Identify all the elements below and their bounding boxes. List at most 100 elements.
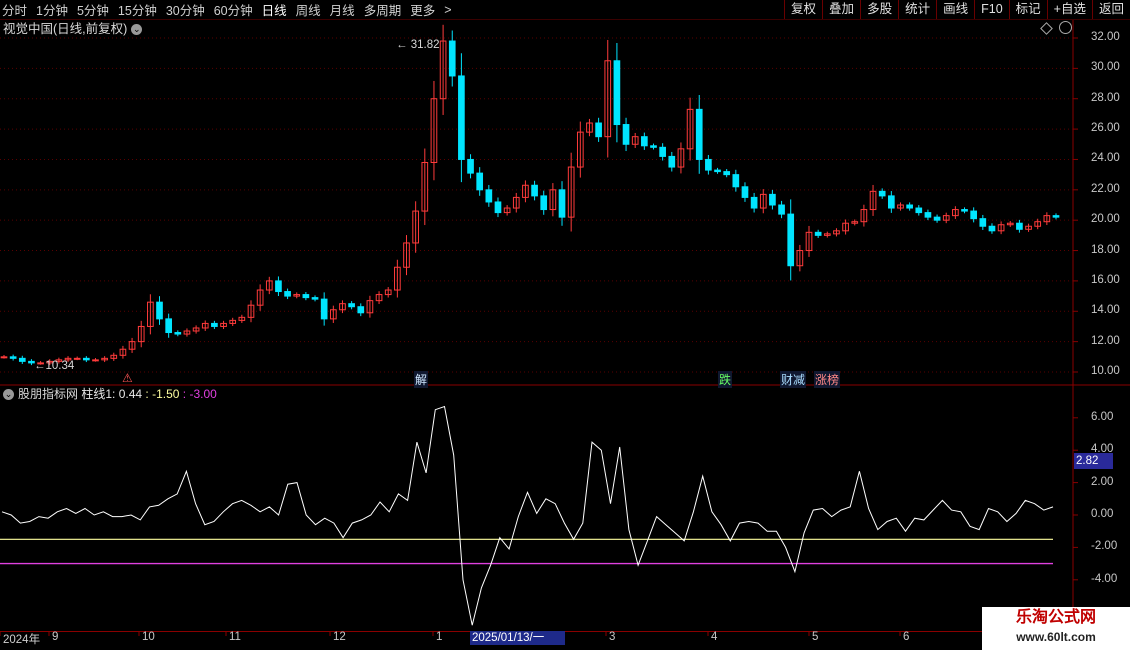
event-tag[interactable]: 跌: [718, 371, 733, 388]
candle-body: [558, 189, 566, 218]
candle-body: [732, 174, 740, 188]
price-tick-label: 12.00: [1091, 334, 1120, 347]
candle-body: [695, 108, 703, 160]
price-tick-label: 28.00: [1091, 91, 1120, 104]
watermark-url: www.60lt.com: [1016, 630, 1096, 644]
x-tick-label: 9: [52, 631, 59, 643]
candle-body: [933, 216, 941, 221]
watermark-logo: 乐淘公式网 www.60lt.com: [982, 607, 1130, 650]
candle-body: [915, 207, 923, 214]
candle-body: [348, 303, 355, 308]
candle-body: [485, 189, 493, 203]
candle-body: [92, 359, 99, 362]
candle-body: [156, 301, 163, 320]
candle-body: [275, 280, 282, 293]
price-tick-label: 30.00: [1091, 61, 1120, 74]
candle-body: [82, 357, 90, 361]
x-tick-label: 5: [812, 631, 819, 643]
candle-body: [1052, 215, 1060, 218]
low-price-label: ←10.34: [34, 360, 75, 372]
event-tag[interactable]: ⚠: [121, 371, 134, 385]
candle-body: [622, 124, 630, 145]
candle-body: [9, 356, 17, 359]
price-tick-label: 16.00: [1091, 273, 1120, 286]
candle-body: [1016, 222, 1023, 230]
candle-body: [595, 122, 602, 138]
candle-body: [174, 332, 182, 335]
chart-canvas[interactable]: [0, 0, 1130, 650]
candle-body: [769, 193, 776, 206]
indicator-tick-label: 2.00: [1091, 475, 1114, 488]
candlesticks: [0, 24, 1060, 366]
candle-body: [750, 196, 758, 209]
candle-body: [311, 297, 319, 300]
indicator-tick-label: 0.00: [1091, 508, 1114, 520]
indicator-line1: 柱线1: 0.44: [81, 387, 143, 401]
candle-body: [613, 60, 621, 126]
indicator-title[interactable]: ⌄ 股朋指标网 柱线1: 0.44 : -1.50 : -3.00: [3, 387, 217, 402]
event-tag[interactable]: 解: [414, 371, 429, 388]
chevron-down-icon[interactable]: ⌄: [3, 389, 14, 401]
candle-body: [650, 145, 657, 148]
price-grid: [0, 37, 1078, 373]
event-tag[interactable]: 涨榜: [814, 371, 841, 388]
candle-body: [284, 291, 291, 297]
candle-body: [458, 75, 465, 160]
candle-body: [357, 306, 365, 314]
watermark-title: 乐淘公式网: [1015, 609, 1096, 626]
candle-body: [714, 169, 721, 173]
candle-body: [302, 294, 310, 299]
candle-body: [778, 204, 785, 215]
candle-body: [979, 218, 987, 227]
candle-body: [320, 298, 328, 320]
candle-body: [961, 209, 968, 212]
price-tick-label: 18.00: [1091, 243, 1120, 256]
candle-body: [888, 195, 895, 209]
event-tag[interactable]: 财减: [780, 371, 807, 388]
candle-body: [73, 357, 81, 360]
candle-body: [988, 225, 996, 232]
cursor-date-label: 2025/01/13/一: [470, 631, 565, 645]
candle-body: [494, 201, 502, 214]
candle-body: [723, 171, 731, 176]
x-tick-label: 4: [711, 631, 718, 643]
indicator-tick-label: 6.00: [1091, 410, 1114, 423]
candle-body: [668, 155, 676, 168]
indicator-name: 股朋指标网: [18, 387, 79, 401]
x-tick-label: 11: [229, 631, 241, 643]
candle-body: [211, 322, 218, 327]
indicator-tick-label: -2.00: [1091, 540, 1118, 553]
candle-body: [787, 213, 795, 267]
indicator-line2: : -1.50: [145, 387, 180, 401]
candle-body: [970, 210, 978, 220]
x-tick-label: 2024年: [3, 634, 41, 646]
price-tick-label: 22.00: [1091, 182, 1120, 195]
candle-body: [641, 136, 648, 147]
price-tick-label: 32.00: [1091, 31, 1120, 43]
candle-body: [165, 318, 172, 334]
candle-body: [814, 231, 822, 236]
indicator-grid: [0, 417, 1078, 636]
x-tick-label: 1: [436, 631, 443, 643]
candle-body: [448, 40, 456, 77]
x-tick-label: 12: [333, 631, 346, 643]
candle-body: [878, 190, 886, 197]
indicator-line: [1, 405, 1054, 626]
indicator-line3: : -3.00: [182, 387, 217, 401]
high-price-label: ← 31.82: [396, 39, 440, 51]
indicator-lines: [0, 405, 1054, 626]
price-tick-label: 10.00: [1091, 365, 1120, 377]
candle-body: [0, 356, 8, 359]
candle-body: [531, 184, 538, 197]
candle-body: [659, 146, 666, 157]
candle-body: [906, 204, 913, 209]
x-tick-label: 6: [903, 631, 910, 643]
price-tick-label: 24.00: [1091, 152, 1120, 165]
candle-body: [705, 158, 712, 171]
price-tick-label: 20.00: [1091, 213, 1120, 226]
price-tick-label: 14.00: [1091, 304, 1120, 317]
candle-body: [18, 357, 26, 362]
candle-body: [924, 212, 932, 218]
candle-body: [741, 186, 749, 198]
indicator-tick-label: -4.00: [1091, 572, 1118, 585]
